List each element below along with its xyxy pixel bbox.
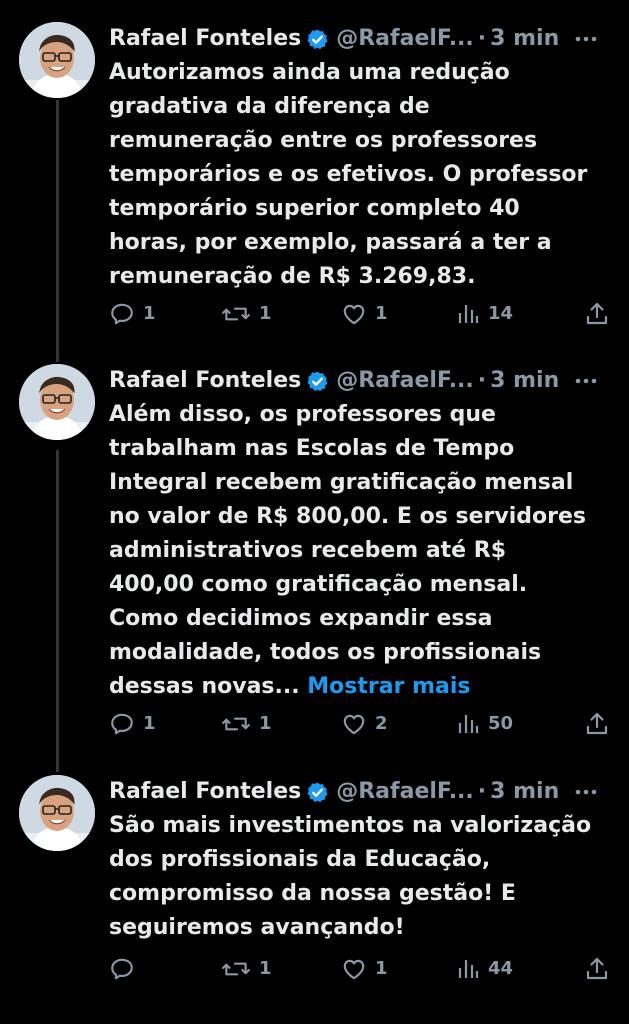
like-button[interactable]: 2 <box>341 707 388 741</box>
more-options-icon[interactable] <box>569 364 603 398</box>
tweet-text-line: no valor de R$ 800,00. E os servidores <box>109 504 586 529</box>
tweet-header: Rafael Fonteles @RafaelF... · 3 min <box>109 22 603 56</box>
like-count: 1 <box>375 958 388 979</box>
heart-icon <box>343 304 365 325</box>
avatar[interactable] <box>19 22 95 98</box>
verified-badge-icon <box>306 780 330 804</box>
tweet-text-line: Como decidimos expandir essa <box>109 606 493 631</box>
share-button[interactable] <box>585 707 609 741</box>
views-icon <box>458 305 479 323</box>
retweet-icon <box>222 307 250 321</box>
more-options-icon[interactable] <box>569 775 603 809</box>
tweet-header: Rafael Fonteles @RafaelF... · 3 min <box>109 775 603 809</box>
avatar[interactable] <box>19 364 95 440</box>
reply-count: 1 <box>143 303 156 324</box>
tweet-timestamp[interactable]: 3 min <box>490 364 559 398</box>
tweet[interactable]: Rafael Fonteles @RafaelF... · 3 min São … <box>0 775 629 1015</box>
tweet[interactable]: Rafael Fonteles @RafaelF... · 3 min Além… <box>0 364 629 764</box>
tweet-actions: 1 1 44 <box>109 952 609 986</box>
separator-dot: · <box>477 368 487 393</box>
tweet-actions: 1 1 2 50 <box>109 707 609 741</box>
retweet-icon <box>222 717 250 731</box>
heart-icon <box>343 959 365 980</box>
retweet-button[interactable]: 1 <box>221 952 272 986</box>
heart-icon <box>343 714 365 735</box>
reply-button[interactable]: 1 <box>109 297 156 331</box>
avatar-image <box>19 364 95 440</box>
author-handle[interactable]: @RafaelF... <box>336 775 474 809</box>
author-handle[interactable]: @RafaelF... <box>336 22 474 56</box>
tweet-text-line: temporário superior completo 40 <box>109 196 520 221</box>
reply-count: 1 <box>143 713 156 734</box>
tweet-text-line: 400,00 como gratificação mensal. <box>109 572 528 597</box>
tweet-text-line: São mais investimentos na valorização <box>109 813 592 838</box>
tweet[interactable]: Rafael Fonteles @RafaelF... · 3 min Auto… <box>0 22 629 342</box>
tweet-text-line: trabalham nas Escolas de Tempo <box>109 436 515 461</box>
tweet-text-line: horas, por exemplo, passará a ter a <box>109 230 552 255</box>
share-button[interactable] <box>585 297 609 331</box>
tweet-text-truncated: dessas novas... <box>109 674 300 699</box>
tweet-text-line: remuneração entre os professores <box>109 128 538 153</box>
views-icon <box>458 715 479 733</box>
tweet-text: São mais investimentos na valorização do… <box>109 809 603 945</box>
reply-button[interactable]: 1 <box>109 707 156 741</box>
author-name[interactable]: Rafael Fonteles <box>109 22 301 56</box>
avatar-image <box>19 22 95 98</box>
share-icon <box>586 302 608 325</box>
views-count: 44 <box>488 958 514 979</box>
avatar-image <box>19 775 95 851</box>
like-count: 2 <box>375 713 388 734</box>
tweet-text-line: temporários e os efetivos. O professor <box>109 162 588 187</box>
tweet-text-line: administrativos recebem até R$ <box>109 538 507 563</box>
retweet-count: 1 <box>259 958 272 979</box>
retweet-button[interactable]: 1 <box>221 707 272 741</box>
separator-dot: · <box>477 779 487 804</box>
tweet-text-line: compromisso da nossa gestão! E <box>109 881 516 906</box>
reply-icon <box>111 958 133 980</box>
tweet-timestamp[interactable]: 3 min <box>490 775 559 809</box>
views-button[interactable]: 50 <box>456 707 513 741</box>
reply-icon <box>111 303 133 325</box>
verified-badge-icon <box>306 27 330 51</box>
tweet-actions: 1 1 1 14 <box>109 297 609 331</box>
share-icon <box>586 712 608 735</box>
views-count: 14 <box>488 303 514 324</box>
tweet-text-line: gradativa da diferença de <box>109 94 430 119</box>
author-name[interactable]: Rafael Fonteles <box>109 775 301 809</box>
tweet-text: Além disso, os professores que trabalham… <box>109 398 603 704</box>
tweet-text-line: Além disso, os professores que <box>109 402 496 427</box>
like-button[interactable]: 1 <box>341 952 388 986</box>
author-handle[interactable]: @RafaelF... <box>336 364 474 398</box>
tweet-text-line: modalidade, todos os profissionais <box>109 640 542 665</box>
separator-dot: · <box>477 26 487 51</box>
retweet-count: 1 <box>259 303 272 324</box>
views-button[interactable]: 44 <box>456 952 513 986</box>
like-button[interactable]: 1 <box>341 297 388 331</box>
tweet-header: Rafael Fonteles @RafaelF... · 3 min <box>109 364 603 398</box>
views-button[interactable]: 14 <box>456 297 513 331</box>
like-count: 1 <box>375 303 388 324</box>
tweet-text-line: Autorizamos ainda uma redução <box>109 60 510 85</box>
retweet-icon <box>222 962 250 976</box>
reply-button[interactable] <box>109 952 143 986</box>
views-icon <box>458 960 479 978</box>
tweet-text: Autorizamos ainda uma redução gradativa … <box>109 56 603 294</box>
verified-badge-icon <box>306 369 330 393</box>
tweet-text-line: Integral recebem gratificação mensal <box>109 470 574 495</box>
share-button[interactable] <box>585 952 609 986</box>
tweet-text-line-last: dessas novas... Mostrar mais <box>109 670 603 704</box>
tweet-text-line: remuneração de R$ 3.269,83. <box>109 264 476 289</box>
avatar[interactable] <box>19 775 95 851</box>
more-options-icon[interactable] <box>569 22 603 56</box>
tweet-text-line: dos profissionais da Educação, <box>109 847 491 872</box>
author-name[interactable]: Rafael Fonteles <box>109 364 301 398</box>
share-icon <box>586 957 608 980</box>
tweet-text-line: seguiremos avançando! <box>109 915 405 940</box>
retweet-count: 1 <box>259 713 272 734</box>
reply-icon <box>111 713 133 735</box>
show-more-link[interactable]: Mostrar mais <box>307 674 470 699</box>
views-count: 50 <box>488 713 514 734</box>
retweet-button[interactable]: 1 <box>221 297 272 331</box>
tweet-timestamp[interactable]: 3 min <box>490 22 559 56</box>
